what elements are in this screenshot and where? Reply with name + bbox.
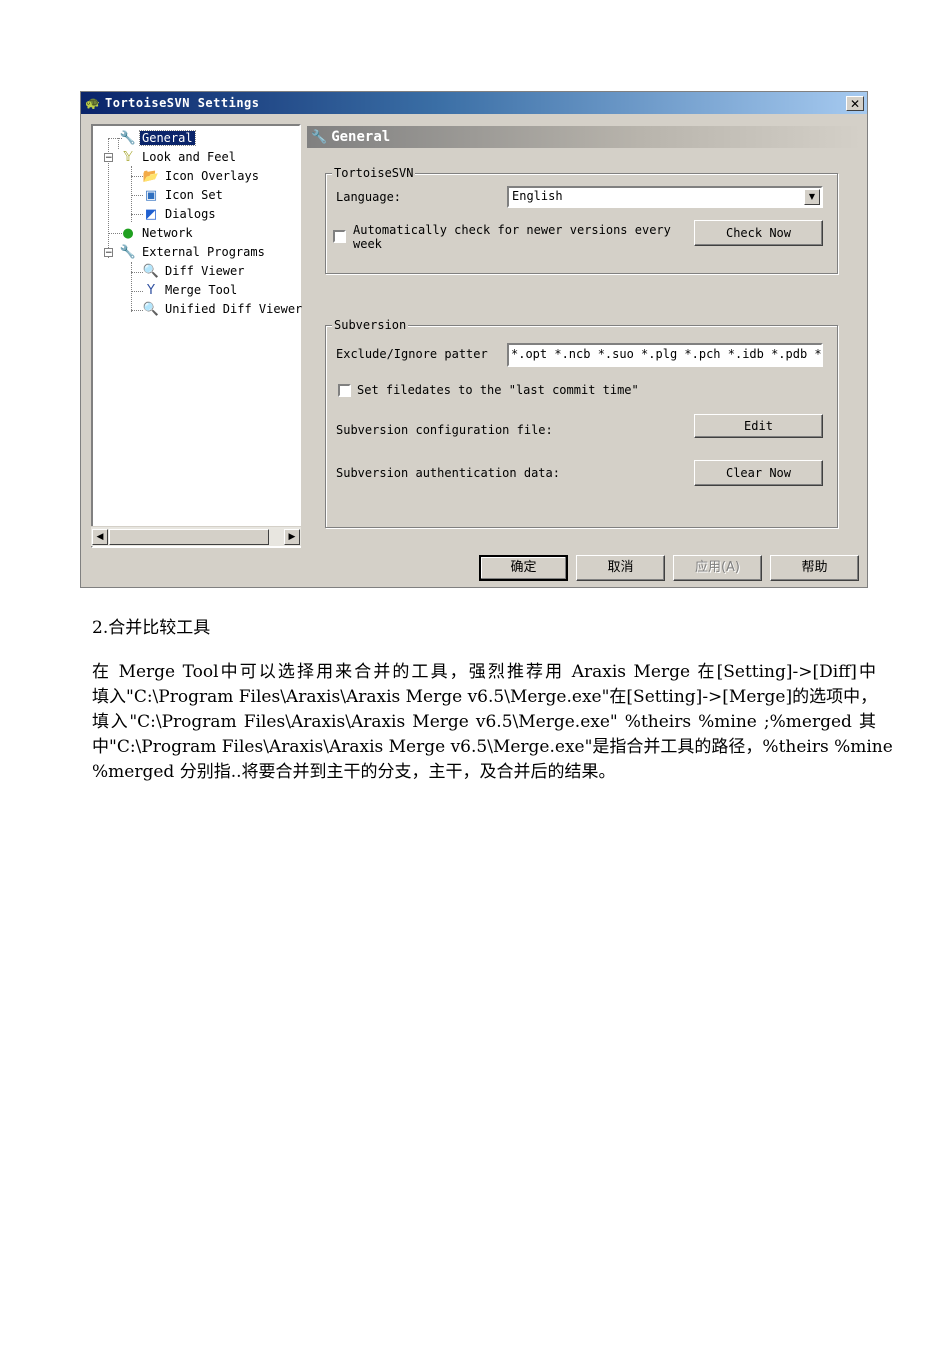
look-and-feel-icon: 𝕐 (123, 149, 133, 165)
window-title: TortoiseSVN Settings (105, 96, 260, 110)
document-paragraph: 在 Merge Tool中可以选择用来合并的工具，强烈推荐用 Araxis Me… (92, 660, 893, 785)
edit-button[interactable]: Edit (694, 414, 823, 438)
subversion-group: Subversion Exclude/Ignore patter *.opt *… (325, 318, 838, 528)
check-now-button[interactable]: Check Now (694, 220, 823, 246)
tree-item-icon-overlays[interactable]: 📂 Icon Overlays (142, 167, 261, 185)
magnifier-icon: 🔍 (142, 301, 160, 317)
auth-data-label: Subversion authentication data: (336, 466, 560, 480)
tree-item-network[interactable]: ● Network (119, 224, 195, 242)
title-bar[interactable]: 🐢 TortoiseSVN Settings ✕ (81, 92, 867, 114)
network-globe-icon: ● (122, 225, 134, 241)
exclude-label: Exclude/Ignore patter (336, 347, 488, 361)
merge-icon: Y (147, 282, 155, 298)
icon-overlays-icon: 📂 (142, 168, 160, 184)
scroll-thumb[interactable] (109, 529, 269, 545)
group-title: TortoiseSVN (332, 166, 416, 180)
settings-tree[interactable]: − − 🔧 General 𝕐 Look and Feel 📂 Icon Ove… (91, 124, 304, 548)
auto-check-checkbox[interactable] (333, 230, 346, 243)
language-select[interactable]: English ▼ (507, 186, 823, 208)
help-button[interactable]: 帮助 (770, 555, 859, 581)
page-header: 🔧 General (307, 126, 862, 148)
language-label: Language: (336, 190, 402, 204)
icon-set-icon: ▣ (144, 187, 158, 203)
apply-button[interactable]: 应用(A) (673, 555, 762, 581)
paragraph-line: 填入"C:\Program Files\Araxis\Araxis Merge … (92, 712, 876, 732)
arrow-right-icon: ▶ (288, 532, 296, 542)
group-title: Subversion (332, 318, 409, 332)
tree-item-dialogs[interactable]: ◩ Dialogs (142, 205, 218, 223)
scroll-right-button[interactable]: ▶ (284, 529, 300, 545)
page-title: General (331, 129, 391, 145)
exclude-patterns-input[interactable]: *.opt *.ncb *.suo *.plg *.pch *.idb *.pd… (507, 343, 823, 367)
dialogs-icon: ◩ (144, 206, 158, 222)
wrench-icon: 🔧 (311, 129, 328, 145)
settings-dialog: 🐢 TortoiseSVN Settings ✕ − − 🔧 General 𝕐… (80, 91, 868, 588)
clear-now-button[interactable]: Clear Now (694, 460, 823, 486)
set-filedates-label: Set filedates to the "last commit time" (357, 383, 639, 397)
config-file-label: Subversion configuration file: (336, 423, 553, 437)
set-filedates-checkbox[interactable] (338, 384, 351, 397)
paragraph-line: 在 Merge Tool中可以选择用来合并的工具，强烈推荐用 Araxis Me… (92, 662, 876, 682)
external-programs-icon: 🔧 (119, 244, 137, 260)
auto-check-label: Automatically check for newer versions e… (353, 223, 671, 237)
tree-item-look-and-feel[interactable]: 𝕐 Look and Feel (119, 148, 238, 166)
section-heading: 2.合并比较工具 (92, 618, 211, 638)
ok-button[interactable]: 确定 (479, 555, 568, 581)
paragraph-line: 中"C:\Program Files\Araxis\Araxis Merge v… (92, 737, 893, 757)
tortoise-icon: 🐢 (85, 96, 100, 110)
collapse-external-programs[interactable]: − (104, 248, 113, 258)
tree-item-external-programs[interactable]: 🔧 External Programs (119, 243, 267, 261)
paragraph-line: 填入"C:\Program Files\Araxis\Araxis Merge … (92, 687, 878, 707)
tortoisesvn-group: TortoiseSVN Language: English ▼ Automati… (325, 166, 838, 274)
chevron-down-icon[interactable]: ▼ (804, 189, 820, 205)
tree-horizontal-scrollbar[interactable]: ◀ ▶ (91, 526, 301, 546)
auto-check-label-cont: week (353, 237, 382, 251)
paragraph-line: %merged 分别指..将要合并到主干的分支，主干，及合并后的结果。 (92, 762, 616, 782)
collapse-look-and-feel[interactable]: − (104, 153, 113, 163)
tree-item-icon-set[interactable]: ▣ Icon Set (142, 186, 225, 204)
tree-item-merge-tool[interactable]: Y Merge Tool (142, 281, 239, 299)
scroll-left-button[interactable]: ◀ (92, 529, 108, 545)
wrench-icon: 🔧 (119, 130, 137, 146)
tree-item-diff-viewer[interactable]: 🔍 Diff Viewer (142, 262, 246, 280)
magnifier-icon: 🔍 (142, 263, 160, 279)
close-icon: ✕ (849, 97, 861, 111)
arrow-left-icon: ◀ (96, 532, 104, 542)
tree-item-unified-diff-viewer[interactable]: 🔍 Unified Diff Viewer (142, 300, 304, 318)
tree-item-general[interactable]: 🔧 General (119, 129, 196, 147)
cancel-button[interactable]: 取消 (576, 555, 665, 581)
close-button[interactable]: ✕ (846, 96, 864, 111)
